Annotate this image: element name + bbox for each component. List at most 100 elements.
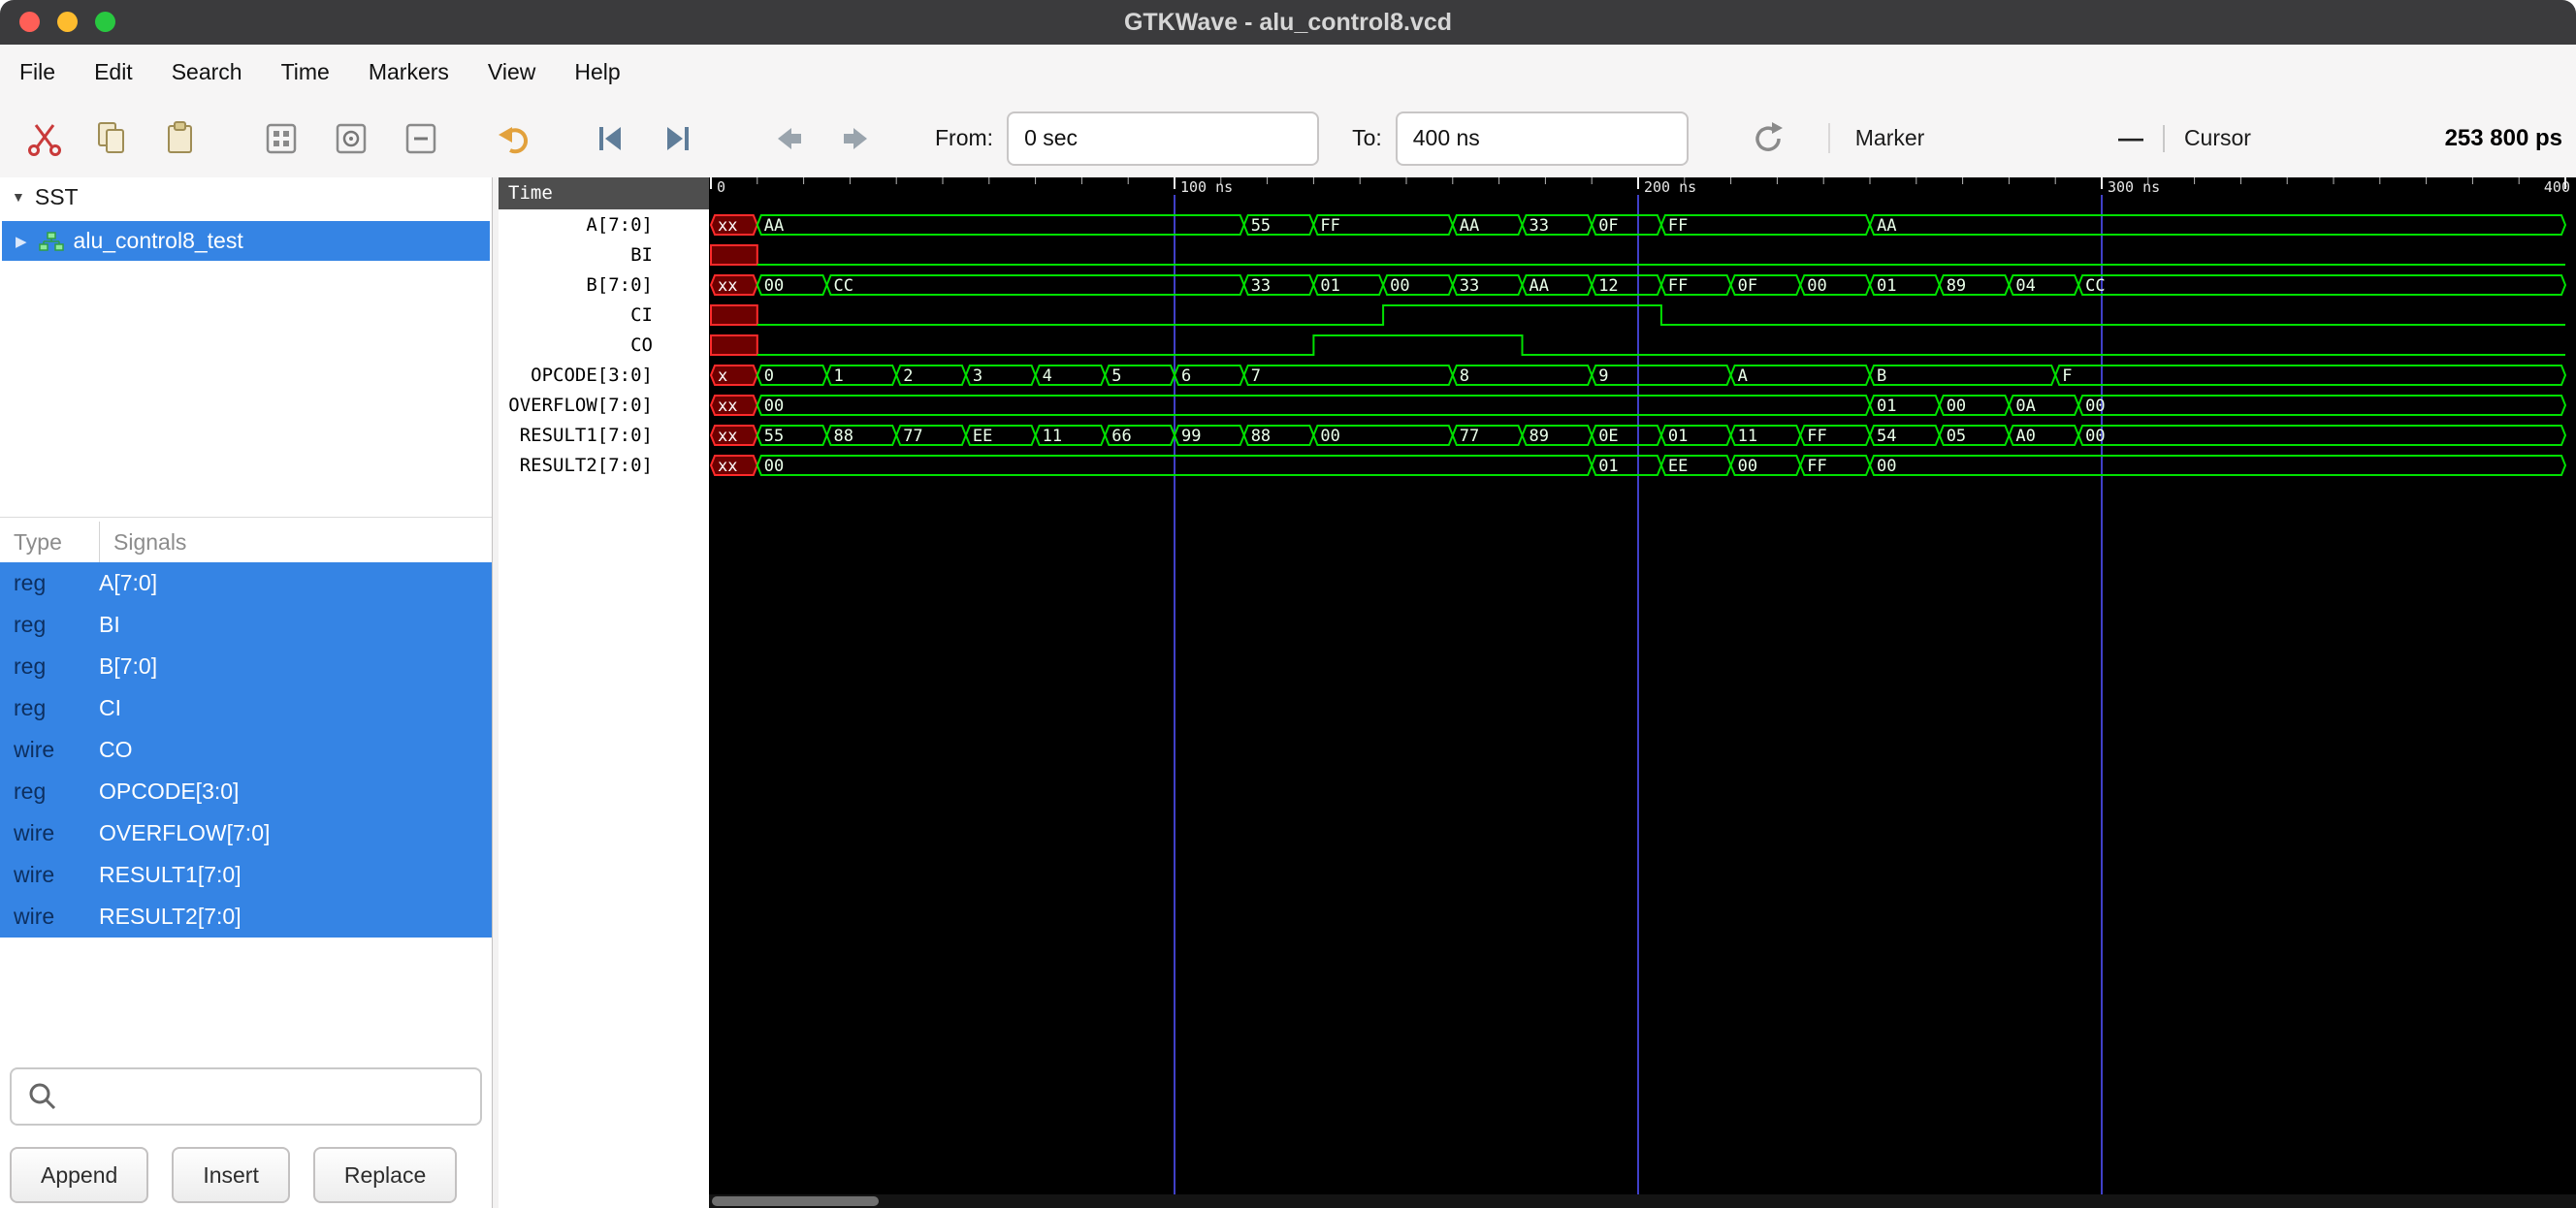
svg-text:4: 4	[1043, 366, 1052, 386]
cut-icon[interactable]	[23, 117, 66, 160]
to-input[interactable]: 400 ns	[1396, 111, 1689, 166]
waveform-plot[interactable]: 0100 ns200 ns300 ns400xxAA55FFAA330FFFAA…	[709, 177, 2576, 1194]
svg-text:89: 89	[1947, 276, 1966, 296]
signal-list-item[interactable]: wireRESULT2[7:0]	[0, 896, 492, 938]
append-button[interactable]: Append	[10, 1147, 148, 1203]
wave-signal-name[interactable]: OPCODE[3:0]	[499, 361, 709, 391]
replace-button[interactable]: Replace	[313, 1147, 457, 1203]
window-title: GTKWave - alu_control8.vcd	[0, 0, 2576, 45]
svg-text:66: 66	[1111, 427, 1131, 446]
horizontal-scrollbar[interactable]	[709, 1194, 2576, 1208]
svg-text:77: 77	[1460, 427, 1479, 446]
wave-signal-name[interactable]: B[7:0]	[499, 270, 709, 301]
svg-text:1: 1	[834, 366, 844, 386]
svg-text:xx: xx	[718, 276, 737, 296]
menu-item-file[interactable]: File	[19, 59, 55, 85]
collapse-arrow-icon[interactable]: ▼	[12, 189, 25, 205]
wave-signal-name[interactable]: OVERFLOW[7:0]	[499, 391, 709, 421]
tree-item-label: alu_control8_test	[74, 228, 243, 254]
signal-search-input[interactable]	[10, 1067, 482, 1126]
zoom-out-icon[interactable]	[400, 117, 442, 160]
maximize-button[interactable]	[95, 12, 115, 32]
signal-list-item[interactable]: regOPCODE[3:0]	[0, 771, 492, 812]
menubar: File Edit Search Time Markers View Help	[0, 45, 2576, 99]
menu-item-markers[interactable]: Markers	[369, 59, 449, 85]
close-button[interactable]	[19, 12, 40, 32]
sst-title: SST	[35, 184, 79, 210]
svg-text:6: 6	[1181, 366, 1191, 386]
sst-panel: ▼ SST ▶ alu_control8_test Type Signals r…	[0, 177, 493, 1208]
from-input[interactable]: 0 sec	[1007, 111, 1319, 166]
signal-list-item[interactable]: regBI	[0, 604, 492, 646]
skip-start-icon[interactable]	[590, 117, 632, 160]
wave-signal-name[interactable]: RESULT2[7:0]	[499, 451, 709, 481]
menu-item-help[interactable]: Help	[574, 59, 620, 85]
signal-list-item[interactable]: regCI	[0, 687, 492, 729]
svg-text:00: 00	[764, 397, 784, 416]
cursor-value: 253 800 ps	[2445, 125, 2562, 152]
insert-button[interactable]: Insert	[172, 1147, 290, 1203]
signal-list-item[interactable]: regA[7:0]	[0, 562, 492, 604]
signal-list-item[interactable]: wireOVERFLOW[7:0]	[0, 812, 492, 854]
svg-text:AA: AA	[1877, 216, 1896, 236]
svg-text:x: x	[718, 366, 727, 386]
svg-text:00: 00	[1320, 427, 1339, 446]
copy-icon[interactable]	[91, 117, 134, 160]
svg-text:xx: xx	[718, 216, 737, 236]
skip-end-icon[interactable]	[656, 117, 698, 160]
marker-value: —	[2118, 123, 2143, 153]
wave-signal-name[interactable]: RESULT1[7:0]	[499, 421, 709, 451]
undo-icon[interactable]	[493, 117, 535, 160]
menu-item-edit[interactable]: Edit	[94, 59, 133, 85]
signal-name: RESULT1[7:0]	[99, 862, 242, 888]
signal-name: A[7:0]	[99, 570, 157, 596]
wave-signal-name[interactable]: CI	[499, 301, 709, 331]
arrow-right-icon[interactable]	[834, 117, 877, 160]
menu-item-view[interactable]: View	[488, 59, 535, 85]
menu-item-search[interactable]: Search	[172, 59, 242, 85]
svg-text:0E: 0E	[1598, 427, 1618, 446]
svg-text:01: 01	[1668, 427, 1688, 446]
svg-text:FF: FF	[1668, 276, 1688, 296]
titlebar: GTKWave - alu_control8.vcd	[0, 0, 2576, 46]
arrow-left-icon[interactable]	[768, 117, 811, 160]
svg-text:12: 12	[1598, 276, 1618, 296]
scrollbar-thumb[interactable]	[712, 1196, 879, 1206]
svg-text:05: 05	[1947, 427, 1966, 446]
svg-text:11: 11	[1738, 427, 1757, 446]
svg-text:33: 33	[1460, 276, 1479, 296]
signal-list-item[interactable]: wireRESULT1[7:0]	[0, 854, 492, 896]
to-value: 400 ns	[1413, 125, 1480, 151]
svg-text:33: 33	[1530, 216, 1549, 236]
svg-text:01: 01	[1877, 276, 1896, 296]
zoom-in-icon[interactable]	[330, 117, 372, 160]
minimize-button[interactable]	[57, 12, 78, 32]
signal-list: regA[7:0]regBIregB[7:0]regCIwireCOregOPC…	[0, 562, 492, 938]
signal-list-item[interactable]: wireCO	[0, 729, 492, 771]
signal-type: wire	[0, 737, 99, 763]
signal-buttons: Append Insert Replace	[10, 1147, 484, 1203]
type-column-header[interactable]: Type	[0, 522, 99, 562]
cursor-label: Cursor	[2184, 125, 2251, 151]
signals-column-header[interactable]: Signals	[99, 522, 186, 562]
svg-text:01: 01	[1877, 397, 1896, 416]
sst-tree-item[interactable]: ▶ alu_control8_test	[2, 221, 490, 261]
reload-icon[interactable]	[1747, 117, 1789, 160]
module-icon	[39, 232, 64, 251]
wave-signal-name[interactable]: A[7:0]	[499, 210, 709, 240]
svg-text:9: 9	[1598, 366, 1608, 386]
svg-text:FF: FF	[1668, 216, 1688, 236]
signal-list-item[interactable]: regB[7:0]	[0, 646, 492, 687]
svg-text:11: 11	[1043, 427, 1062, 446]
wave-canvas[interactable]: 0100 ns200 ns300 ns400xxAA55FFAA330FFFAA…	[709, 177, 2576, 1208]
svg-text:04: 04	[2015, 276, 2035, 296]
wave-signal-name[interactable]: BI	[499, 240, 709, 270]
sst-header[interactable]: ▼ SST	[0, 177, 492, 216]
svg-text:400: 400	[2544, 178, 2570, 196]
paste-icon[interactable]	[159, 117, 202, 160]
wave-signal-name[interactable]: CO	[499, 331, 709, 361]
svg-text:FF: FF	[1320, 216, 1339, 236]
menu-item-time[interactable]: Time	[281, 59, 330, 85]
zoom-fit-icon[interactable]	[260, 117, 303, 160]
expander-icon[interactable]: ▶	[16, 233, 27, 250]
